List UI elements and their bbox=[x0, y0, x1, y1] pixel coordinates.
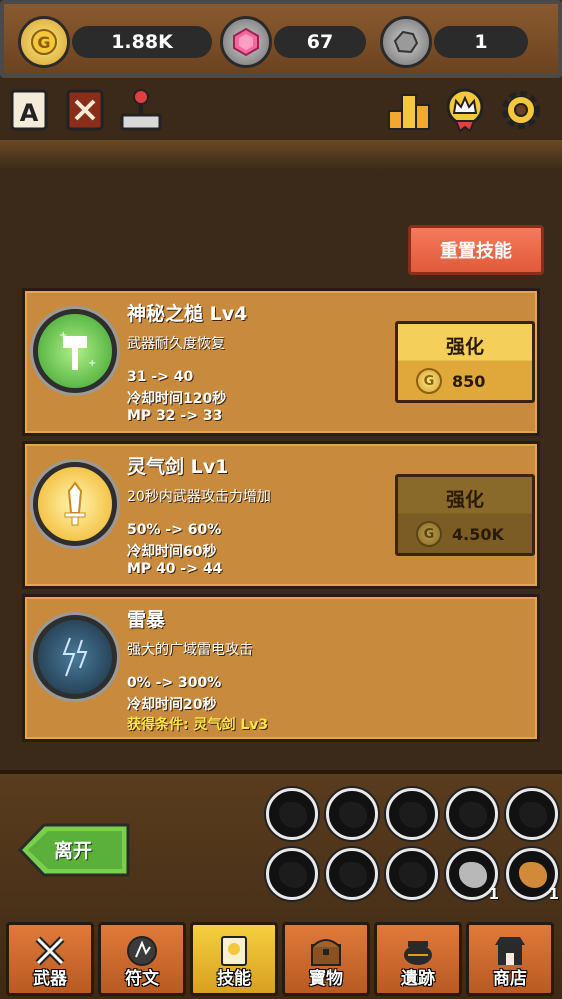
skill-card: 雷暴 强大的广域雷电攻击 0% -> 300% 冷却时间20秒 获得条件: 灵气… bbox=[22, 594, 540, 742]
thunderstorm-skill-icon bbox=[33, 615, 117, 699]
skill-name: 灵气剑 Lv1 bbox=[127, 456, 229, 478]
nav-label: 技能 bbox=[217, 969, 251, 989]
gold-coin-icon: G bbox=[416, 368, 442, 394]
skill-description: 武器耐久度恢复 bbox=[127, 336, 225, 352]
skill-stat-line: 50% -> 60% bbox=[127, 522, 222, 538]
nav-shop[interactable]: 商店 bbox=[466, 922, 554, 996]
nav-label: 寶物 bbox=[309, 969, 343, 989]
skill-description: 20秒内武器攻击力增加 bbox=[127, 489, 271, 505]
skill-stat-line: 冷却时间20秒 bbox=[127, 697, 217, 713]
nav-label: 遺跡 bbox=[401, 969, 435, 989]
header-divider bbox=[0, 140, 562, 170]
resource-bar: G 1.88K 67 1 bbox=[0, 0, 562, 78]
gold-counter: G 1.88K bbox=[18, 16, 214, 68]
svg-text:G: G bbox=[37, 33, 50, 52]
silver-ore-icon bbox=[459, 862, 487, 888]
ore-stone-icon bbox=[380, 16, 432, 68]
skill-stat-line: MP 32 -> 33 bbox=[127, 408, 223, 424]
inventory-slot[interactable] bbox=[386, 848, 438, 900]
crown-badge-icon[interactable] bbox=[442, 85, 488, 135]
copper-ore-icon bbox=[519, 862, 547, 888]
pink-gem-icon bbox=[220, 16, 272, 68]
skill-card: + + 神秘之槌 Lv4 武器耐久度恢复 31 -> 40 冷却时间120秒 MP… bbox=[22, 288, 540, 436]
inventory-slot[interactable] bbox=[386, 788, 438, 840]
nav-label: 商店 bbox=[493, 969, 527, 989]
upgrade-label: 强化 bbox=[445, 489, 484, 511]
upgrade-cost: 4.50K bbox=[452, 525, 504, 544]
item-count: 1 bbox=[488, 885, 499, 903]
gold-value: 1.88K bbox=[72, 26, 212, 58]
gem-counter: 67 bbox=[220, 16, 370, 68]
svg-text:+: + bbox=[88, 358, 96, 369]
skill-stat-line: 冷却时间120秒 bbox=[127, 391, 227, 407]
nav-label: 符文 bbox=[125, 969, 159, 989]
inventory-slot[interactable] bbox=[446, 788, 498, 840]
ore-counter: 1 bbox=[380, 16, 532, 68]
weapon-book-icon[interactable] bbox=[62, 85, 108, 135]
settings-gear-icon[interactable] bbox=[498, 85, 544, 135]
upgrade-button[interactable]: 强化 G 850 bbox=[395, 321, 535, 403]
skill-stat-line: 冷却时间60秒 bbox=[127, 544, 217, 560]
item-count: 1 bbox=[548, 885, 559, 903]
gem-value: 67 bbox=[274, 26, 366, 58]
skill-description: 强大的广域雷电攻击 bbox=[127, 642, 253, 658]
inventory-slot[interactable] bbox=[506, 788, 558, 840]
leaderboard-podium-icon[interactable] bbox=[386, 85, 432, 135]
inventory-slot[interactable]: 1 bbox=[446, 848, 499, 903]
ore-value: 1 bbox=[434, 26, 528, 58]
skill-requirement: 获得条件: 灵气剑 Lv3 bbox=[127, 717, 269, 733]
gold-coin-icon: G bbox=[416, 521, 442, 547]
skill-name: 雷暴 bbox=[127, 609, 166, 631]
inventory-slot[interactable] bbox=[326, 788, 378, 840]
inventory-slot[interactable] bbox=[266, 848, 318, 900]
reset-skills-button[interactable]: 重置技能 bbox=[408, 225, 544, 275]
skill-stat-line: 0% -> 300% bbox=[127, 675, 222, 691]
nav-skills[interactable]: 技能 bbox=[190, 922, 278, 996]
nav-label: 武器 bbox=[33, 969, 67, 989]
gold-coin-icon: G bbox=[18, 16, 70, 68]
nav-weapons[interactable]: 武器 bbox=[6, 922, 94, 996]
arcade-joystick-icon[interactable] bbox=[118, 85, 164, 135]
nav-ruins[interactable]: 遺跡 bbox=[374, 922, 462, 996]
nav-treasures[interactable]: 寶物 bbox=[282, 922, 370, 996]
nav-runes[interactable]: 符文 bbox=[98, 922, 186, 996]
skill-name: 神秘之槌 Lv4 bbox=[127, 303, 248, 325]
svg-text:+: + bbox=[59, 330, 67, 341]
hammer-skill-icon: + + bbox=[33, 309, 117, 393]
inventory-slot[interactable] bbox=[326, 848, 378, 900]
inventory-slot[interactable] bbox=[266, 788, 318, 840]
achievement-scroll-icon[interactable]: A bbox=[6, 85, 52, 135]
top-icon-row: A bbox=[0, 85, 562, 145]
svg-text:A: A bbox=[20, 99, 39, 127]
skill-card: 灵气剑 Lv1 20秒内武器攻击力增加 50% -> 60% 冷却时间60秒 M… bbox=[22, 441, 540, 589]
upgrade-cost: 850 bbox=[452, 372, 486, 391]
leave-label: 离开 bbox=[54, 840, 93, 862]
aura-sword-skill-icon bbox=[33, 462, 117, 546]
skill-stat-line: MP 40 -> 44 bbox=[127, 561, 223, 577]
upgrade-label: 强化 bbox=[445, 336, 484, 358]
skill-stat-line: 31 -> 40 bbox=[127, 369, 194, 385]
inventory-slot[interactable]: 1 bbox=[506, 848, 559, 903]
upgrade-button[interactable]: 强化 G 4.50K bbox=[395, 474, 535, 556]
leave-button[interactable]: 离开 bbox=[17, 822, 132, 878]
